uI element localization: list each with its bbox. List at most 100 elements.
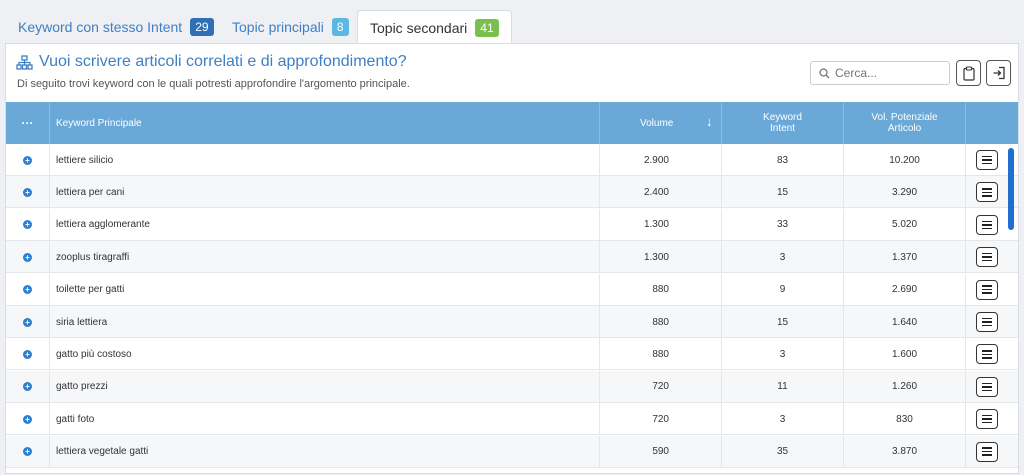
intent-value: 35 [776, 446, 789, 458]
sitemap-icon [16, 54, 33, 70]
row-menu-button[interactable] [976, 247, 998, 268]
keyword-cell: gatto prezzi [50, 370, 600, 403]
plus-icon[interactable]: + [23, 187, 32, 197]
search-box[interactable] [810, 61, 950, 85]
plus-icon[interactable]: + [23, 220, 32, 230]
plus-icon[interactable]: + [23, 155, 32, 165]
menu-icon-line [982, 188, 992, 190]
intent-cell: 3 [722, 403, 844, 436]
copy-button[interactable] [956, 60, 981, 86]
table-row[interactable]: + toilette per gatti 880 9 2.690 [6, 273, 1018, 306]
intent-value: 33 [776, 219, 789, 231]
plus-icon[interactable]: + [23, 349, 32, 359]
volume-value: 2.400 [643, 186, 669, 198]
expand-cell[interactable]: + [6, 273, 50, 306]
column-menu-header[interactable]: ··· [6, 102, 50, 144]
plus-icon[interactable]: + [23, 317, 32, 327]
row-menu-button[interactable] [976, 214, 998, 235]
volume-value: 720 [652, 381, 669, 393]
potential-cell: 1.600 [844, 338, 966, 371]
menu-icon-line [982, 288, 992, 291]
export-icon [993, 66, 1005, 80]
expand-cell[interactable]: + [6, 208, 50, 241]
export-button[interactable] [986, 60, 1011, 86]
keyword-cell: gatto più costoso [50, 338, 600, 371]
row-menu-button[interactable] [976, 344, 998, 365]
table-row[interactable]: + lettiera per cani 2.400 15 3.290 [6, 176, 1018, 209]
potential-cell: 3.290 [844, 176, 966, 209]
potential-value: 10.200 [889, 154, 920, 166]
row-menu-button[interactable] [976, 150, 998, 170]
volume-value: 720 [652, 413, 669, 425]
actions-cell [966, 371, 1008, 403]
actions-cell [966, 436, 1008, 468]
menu-icon-line [982, 159, 992, 161]
tab-label: Topic principali [232, 19, 324, 35]
count-badge: 29 [190, 18, 214, 36]
tab-label: Topic secondari [370, 20, 468, 36]
search-input[interactable] [835, 66, 935, 80]
table-row[interactable]: + gatti foto 720 3 830 [6, 403, 1018, 436]
intent-value: 15 [776, 316, 789, 328]
scrollbar[interactable] [1008, 144, 1014, 475]
expand-cell[interactable]: + [6, 241, 50, 274]
row-menu-button[interactable] [976, 182, 998, 203]
column-header-potential[interactable]: Vol. Potenziale Articolo [844, 102, 966, 144]
column-header-intent[interactable]: Keyword Intent [722, 102, 844, 144]
intent-value: 3 [779, 413, 786, 425]
row-menu-button[interactable] [976, 279, 998, 300]
potential-value: 1.370 [891, 251, 918, 263]
table-row[interactable]: + lettiera agglomerante 1.300 33 5.020 [6, 208, 1018, 241]
menu-icon-line [982, 195, 992, 197]
tab-secondary-topics[interactable]: Topic secondari 41 [357, 10, 512, 45]
column-header-volume[interactable]: Volume ↓ [600, 102, 722, 144]
row-menu-button[interactable] [976, 441, 998, 462]
table-row[interactable]: + lettiera vegetale gatti 590 35 3.870 [6, 435, 1018, 468]
expand-cell[interactable]: + [6, 403, 50, 436]
potential-cell: 3.870 [844, 435, 966, 468]
expand-cell[interactable]: + [6, 370, 50, 403]
volume-value: 880 [652, 348, 669, 360]
plus-icon[interactable]: + [23, 447, 32, 457]
row-menu-button[interactable] [976, 376, 998, 397]
intent-value: 9 [779, 284, 786, 296]
volume-cell: 880 [600, 338, 722, 371]
volume-cell: 880 [600, 273, 722, 306]
expand-cell[interactable]: + [6, 176, 50, 209]
plus-icon[interactable]: + [23, 285, 32, 295]
row-menu-button[interactable] [976, 312, 998, 332]
menu-icon-line [982, 191, 992, 194]
table-row[interactable]: + gatto più costoso 880 3 1.600 [6, 338, 1018, 371]
plus-icon[interactable]: + [23, 382, 32, 392]
scrollbar-thumb[interactable] [1008, 148, 1014, 230]
column-header-keyword[interactable]: Keyword Principale [50, 102, 600, 144]
menu-icon-line [982, 252, 992, 255]
expand-cell[interactable]: + [6, 144, 50, 176]
actions-cell [966, 144, 1008, 176]
potential-value: 2.690 [891, 284, 918, 296]
keyword-text: toilette per gatti [56, 284, 125, 296]
table-row[interactable]: + siria lettiera 880 15 1.640 [6, 306, 1018, 338]
volume-cell: 590 [600, 435, 722, 468]
row-menu-button[interactable] [976, 409, 998, 430]
count-badge: 8 [331, 18, 349, 36]
plus-icon[interactable]: + [23, 414, 32, 424]
plus-icon[interactable]: + [23, 252, 32, 262]
menu-icon-line [982, 357, 992, 359]
menu-icon-line [982, 421, 992, 424]
intent-cell: 33 [722, 208, 844, 241]
expand-cell[interactable]: + [6, 338, 50, 371]
table-row[interactable]: + zooplus tiragraffi 1.300 3 1.370 [6, 241, 1018, 274]
page-subtitle: Di seguito trovi keyword con le quali po… [17, 78, 410, 90]
intent-value: 3 [779, 251, 786, 263]
potential-value: 1.260 [891, 381, 918, 393]
tab-same-intent[interactable]: Keyword con stesso Intent 29 [6, 10, 226, 44]
expand-cell[interactable]: + [6, 306, 50, 338]
potential-value: 5.020 [891, 219, 918, 231]
expand-cell[interactable]: + [6, 435, 50, 468]
tab-main-topics[interactable]: Topic principali 8 [220, 10, 361, 44]
table-row[interactable]: + gatto prezzi 720 11 1.260 [6, 370, 1018, 403]
keyword-text: lettiere silicio [56, 154, 114, 166]
table-row[interactable]: + lettiere silicio 2.900 83 10.200 [6, 144, 1018, 176]
menu-icon-line [982, 259, 992, 262]
